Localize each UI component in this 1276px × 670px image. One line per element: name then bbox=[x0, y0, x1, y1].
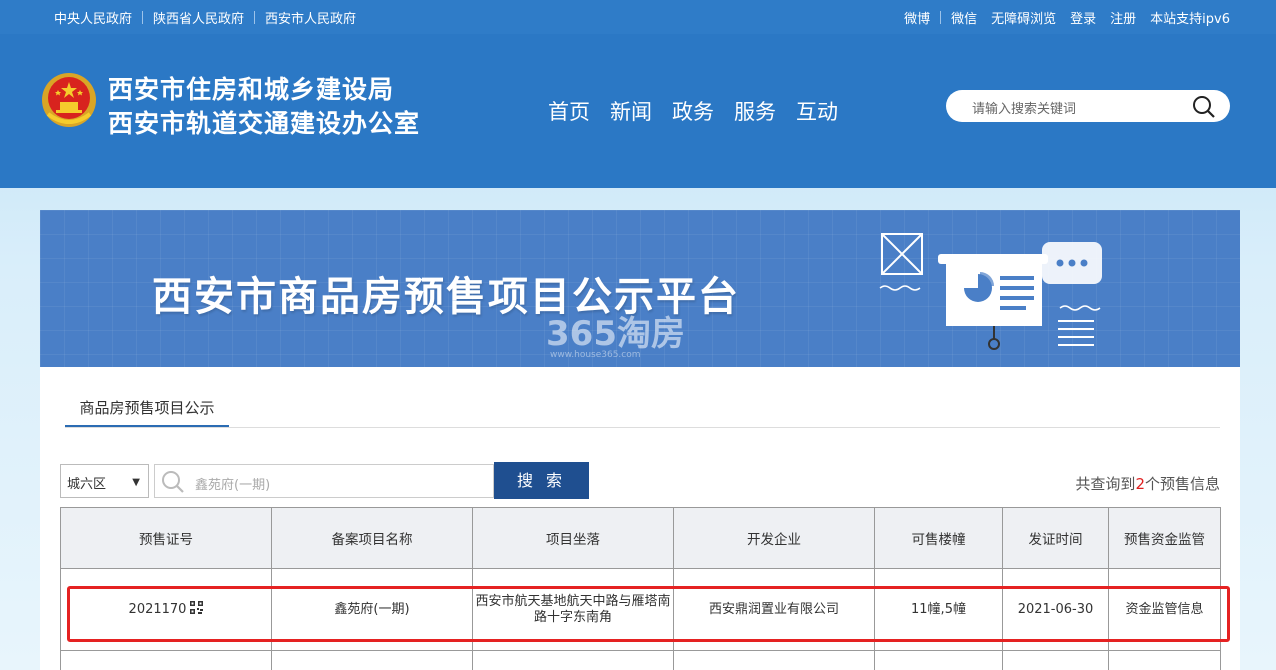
link-xian-gov[interactable]: 西安市人民政府 bbox=[265, 8, 356, 27]
highlight-box bbox=[67, 586, 1230, 642]
district-selected: 城六区 bbox=[67, 477, 107, 492]
search-icon bbox=[162, 471, 184, 493]
count-suffix: 个预售信息 bbox=[1144, 475, 1220, 493]
link-login[interactable]: 登录 bbox=[1070, 8, 1096, 27]
presentation-illustration-icon bbox=[879, 233, 1102, 350]
main-nav: 首页 新闻 政务 服务 互动 bbox=[548, 96, 858, 126]
nav-interaction[interactable]: 互动 bbox=[796, 96, 838, 126]
table-row bbox=[60, 650, 1221, 670]
col-buildings: 可售楼幢 bbox=[874, 507, 1003, 569]
keyword-value: 鑫苑府(一期) bbox=[195, 478, 271, 493]
watermark-url: www.house365.com bbox=[550, 350, 641, 360]
count-value: 2 bbox=[1135, 475, 1145, 493]
gov-links: 中央人民政府 陕西省人民政府 西安市人民政府 bbox=[54, 8, 356, 27]
divider bbox=[142, 11, 144, 24]
result-count: 共查询到2个预售信息 bbox=[1075, 473, 1220, 494]
site-title-line2[interactable]: 西安市轨道交通建设办公室 bbox=[108, 104, 420, 140]
nav-affairs[interactable]: 政务 bbox=[672, 96, 714, 126]
platform-banner: 西安市商品房预售项目公示平台 365淘房 www.house365.com bbox=[40, 210, 1240, 367]
link-register[interactable]: 注册 bbox=[1110, 8, 1136, 27]
col-supervision: 预售资金监管 bbox=[1108, 507, 1221, 569]
utility-links: 微博 微信 无障碍浏览 登录 注册 本站支持ipv6 bbox=[904, 8, 1230, 27]
nav-services[interactable]: 服务 bbox=[734, 96, 776, 126]
col-project: 备案项目名称 bbox=[271, 507, 473, 569]
search-button[interactable]: 搜 索 bbox=[494, 462, 589, 499]
site-title-line1[interactable]: 西安市住房和城乡建设局 bbox=[108, 70, 394, 106]
tab-divider bbox=[65, 427, 1220, 428]
link-ipv6[interactable]: 本站支持ipv6 bbox=[1150, 8, 1230, 27]
district-select[interactable]: 城六区 ▼ bbox=[60, 464, 149, 498]
site-search-input[interactable]: 请输入搜索关键词 bbox=[946, 90, 1230, 122]
table-header-row: 预售证号 备案项目名称 项目坐落 开发企业 可售楼幢 发证时间 预售资金监管 bbox=[60, 507, 1221, 569]
search-placeholder: 请输入搜索关键词 bbox=[972, 102, 1077, 117]
col-issue-date: 发证时间 bbox=[1002, 507, 1109, 569]
watermark-logo: 365淘房 bbox=[546, 314, 685, 354]
col-cert-no: 预售证号 bbox=[60, 507, 272, 569]
divider bbox=[254, 11, 256, 24]
col-location: 项目坐落 bbox=[472, 507, 674, 569]
nav-news[interactable]: 新闻 bbox=[610, 96, 652, 126]
tab-presale-projects[interactable]: 商品房预售项目公示 bbox=[65, 398, 229, 428]
content-panel: 商品房预售项目公示 城六区 ▼ 鑫苑府(一期) 搜 索 共查询到2个预售信息 预… bbox=[40, 367, 1240, 670]
keyword-input[interactable]: 鑫苑府(一期) bbox=[154, 464, 494, 498]
search-icon[interactable] bbox=[1192, 95, 1216, 119]
nav-home[interactable]: 首页 bbox=[548, 96, 590, 126]
link-shaanxi-gov[interactable]: 陕西省人民政府 bbox=[153, 8, 244, 27]
divider bbox=[940, 11, 942, 24]
link-wechat[interactable]: 微信 bbox=[951, 8, 977, 27]
col-developer: 开发企业 bbox=[673, 507, 875, 569]
count-prefix: 共查询到 bbox=[1075, 475, 1136, 493]
top-bar: 中央人民政府 陕西省人民政府 西安市人民政府 微博 微信 无障碍浏览 登录 注册… bbox=[0, 0, 1276, 34]
link-accessibility[interactable]: 无障碍浏览 bbox=[991, 8, 1056, 27]
site-header: 西安市住房和城乡建设局 西安市轨道交通建设办公室 首页 新闻 政务 服务 互动 … bbox=[0, 34, 1276, 188]
chevron-down-icon: ▼ bbox=[132, 477, 140, 488]
link-central-gov[interactable]: 中央人民政府 bbox=[54, 8, 132, 27]
link-weibo[interactable]: 微博 bbox=[904, 8, 930, 27]
national-emblem-icon[interactable] bbox=[40, 70, 98, 130]
